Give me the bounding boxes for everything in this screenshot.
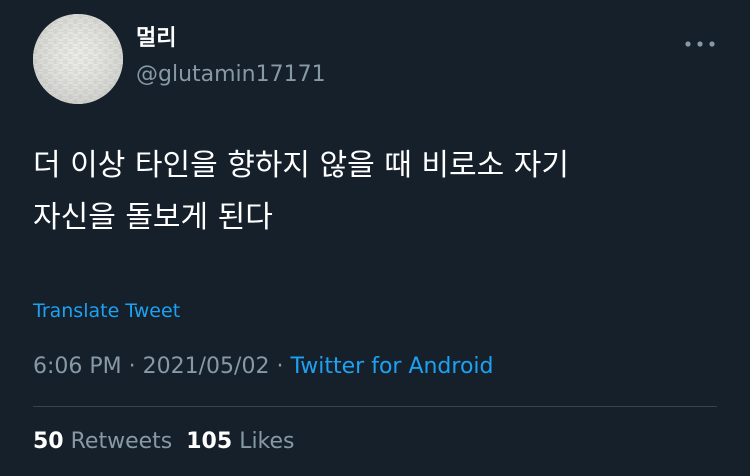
tweet-card: 멀리 @glutamin17171 더 이상 타인을 향하지 않을 때 비로소 … bbox=[0, 0, 750, 476]
author-avatar[interactable] bbox=[33, 14, 123, 104]
divider bbox=[33, 406, 717, 407]
author-handle[interactable]: @glutamin17171 bbox=[136, 58, 326, 92]
meta-separator: · bbox=[276, 354, 284, 379]
more-horizontal-icon[interactable] bbox=[682, 34, 718, 54]
retweets-label: Retweets bbox=[70, 429, 173, 454]
meta-separator: · bbox=[128, 354, 136, 379]
likes-label: Likes bbox=[239, 429, 295, 454]
avatar-image bbox=[33, 14, 123, 104]
tweet-time[interactable]: 6:06 PM bbox=[33, 354, 122, 379]
tweet-text: 더 이상 타인을 향하지 않을 때 비로소 자기 자신을 돌보게 된다 bbox=[33, 148, 569, 235]
tweet-date[interactable]: 2021/05/02 bbox=[143, 354, 270, 379]
tweet-source-link[interactable]: Twitter for Android bbox=[290, 354, 493, 379]
author-display-name[interactable]: 멀리 bbox=[136, 22, 176, 56]
translate-tweet-link[interactable]: Translate Tweet bbox=[33, 296, 180, 326]
likes-stat[interactable]: 105 Likes bbox=[186, 429, 294, 454]
tweet-metadata: 6:06 PM · 2021/05/02 · Twitter for Andro… bbox=[33, 350, 494, 384]
retweets-stat[interactable]: 50 Retweets bbox=[33, 429, 172, 454]
tweet-stats: 50 Retweets 105 Likes bbox=[33, 425, 295, 459]
likes-count: 105 bbox=[186, 429, 233, 454]
retweets-count: 50 bbox=[33, 429, 64, 454]
